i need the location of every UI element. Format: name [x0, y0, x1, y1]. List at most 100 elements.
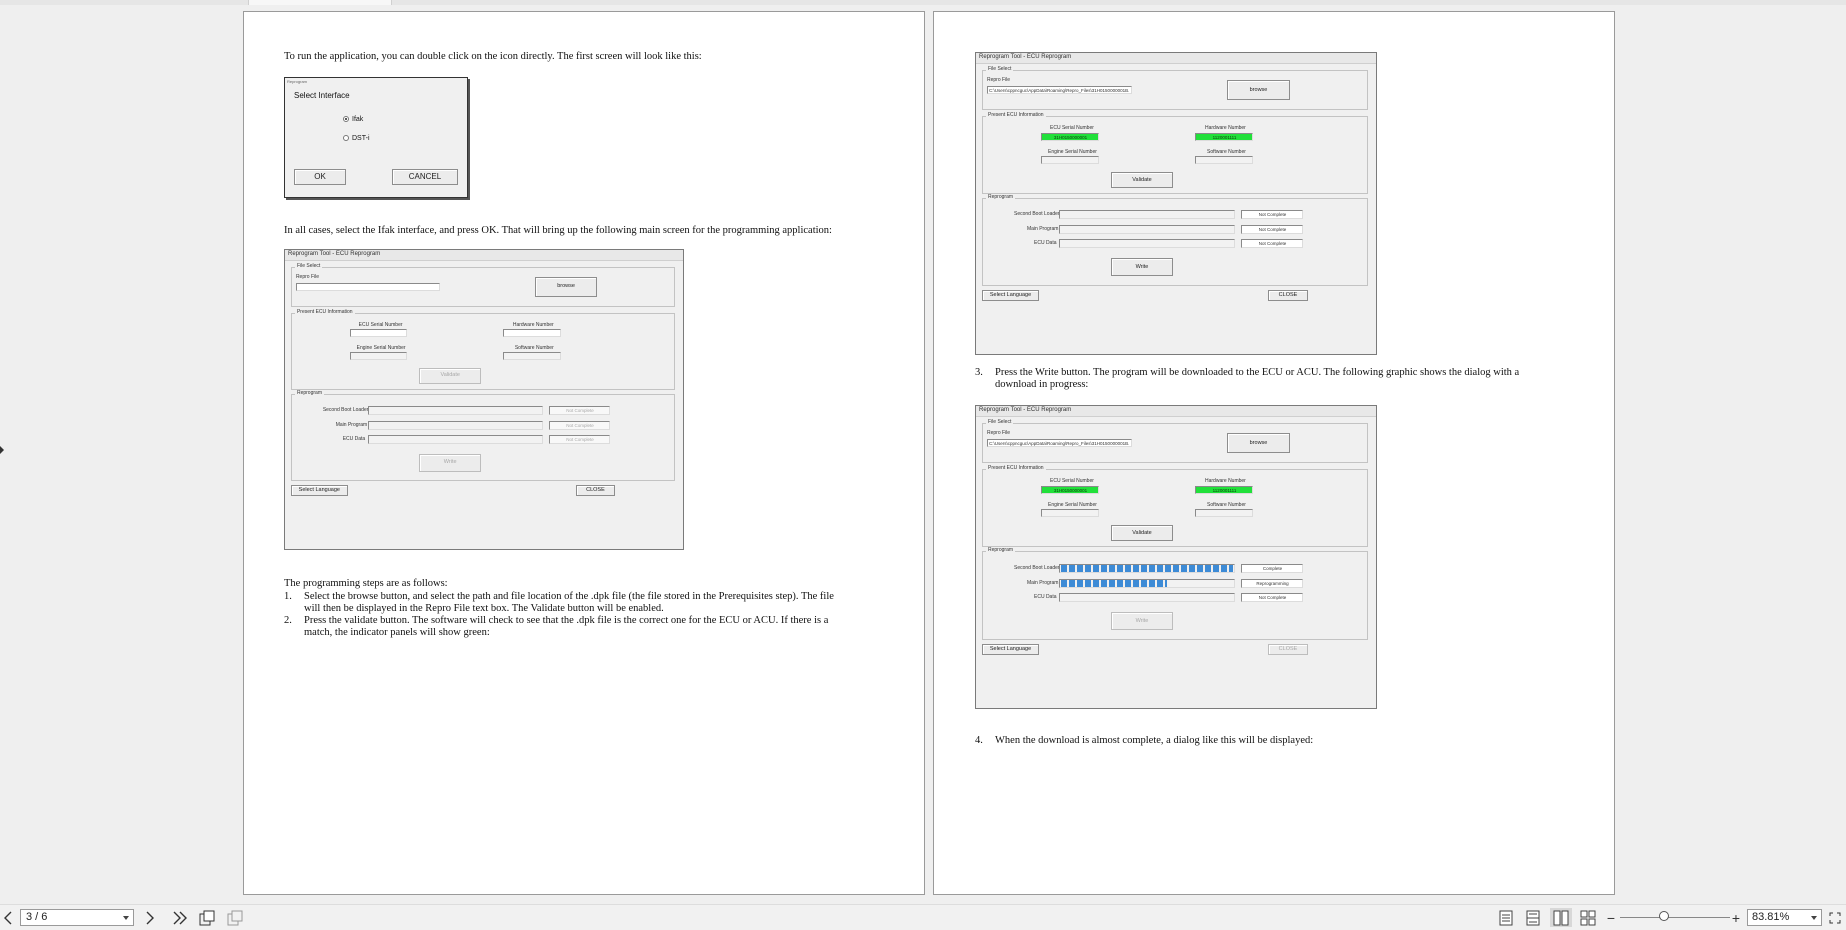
select-language-button[interactable]: Select Language [982, 643, 1039, 655]
write-button[interactable]: Write [1111, 258, 1173, 276]
hardware-number-field [502, 329, 561, 338]
continuous-icon[interactable] [1523, 905, 1543, 930]
zoom-slider-thumb[interactable] [1659, 911, 1669, 921]
step2-number: 2. [284, 615, 292, 626]
close-button[interactable]: CLOSE [1268, 290, 1308, 301]
ecu-data-status: Not Complete [548, 434, 611, 444]
validate-button[interactable]: Validate [1111, 525, 1173, 542]
engine-serial-field [1041, 509, 1099, 518]
engine-serial-label: Engine Serial Number [1048, 149, 1097, 155]
two-page-continuous-icon[interactable] [1578, 905, 1598, 930]
repro-file-input[interactable] [295, 282, 441, 291]
engine-serial-label: Engine Serial Number [356, 345, 406, 352]
second-boot-loader-progress [367, 405, 543, 415]
file-select-group: File Select Repro File C:\Users\cppncguc\A… [982, 419, 1368, 464]
radio-dst-i[interactable]: DST-i [343, 135, 370, 142]
software-number-label: Software Number [1207, 502, 1246, 509]
radio-ifak[interactable]: Ifak [343, 116, 363, 123]
second-boot-loader-progress [1059, 210, 1235, 219]
main-program-progress [1059, 225, 1235, 234]
zoom-out-button[interactable]: − [1604, 905, 1618, 930]
page-selector[interactable]: 3 / 6 [20, 909, 134, 926]
zoom-value: 83.81% [1752, 911, 1790, 923]
radio-unselected-icon [343, 135, 349, 142]
radio-selected-icon [343, 116, 349, 123]
dialog-title: Reprogram Tool - ECU Reprogram [979, 54, 1072, 60]
next-page-icon[interactable] [142, 905, 158, 930]
reprogram-dialog-in-progress: Reprogram Tool - ECU Reprogram File Selec… [975, 405, 1377, 709]
zoom-selector[interactable]: 83.81% [1747, 909, 1822, 926]
file-select-label: File Select [986, 66, 1014, 72]
collapse-panel-arrow-icon[interactable] [0, 446, 4, 454]
after-select-text: In all cases, select the Ifak interface,… [284, 225, 832, 236]
dialog-title: Reprogram Tool - ECU Reprogram [979, 407, 1072, 413]
main-program-label: Main Program [1027, 226, 1059, 232]
intro-text: To run the application, you can double c… [284, 51, 702, 62]
reprogram-dialog-empty: Reprogram Tool - ECU Reprogram File Selec… [284, 249, 684, 550]
radio-label: DST-i [352, 135, 370, 142]
chevron-down-icon [1811, 916, 1817, 920]
main-program-status: Not Complete [548, 420, 611, 430]
ecu-data-progress [1059, 239, 1235, 248]
step2-line1: Press the validate button. The software … [304, 615, 829, 626]
select-language-button[interactable]: Select Language [290, 485, 348, 497]
prev-page-icon[interactable] [1, 905, 15, 930]
hardware-number-field: 1120001111 [1195, 133, 1253, 141]
repro-file-input[interactable]: C:\Users\cppncguc\AppData\Roaming\Repro_… [987, 86, 1132, 94]
active-tab-highlight[interactable] [248, 0, 392, 5]
second-boot-loader-label: Second Boot Loader [1014, 211, 1060, 217]
second-boot-loader-progress [1059, 563, 1235, 573]
step1-line2: will then be displayed in the Repro File… [304, 603, 664, 614]
tab-strip [0, 0, 1846, 5]
page-indicator: 3 / 6 [26, 911, 48, 923]
fullscreen-icon[interactable] [1826, 905, 1844, 930]
rotate-icon[interactable] [197, 905, 217, 930]
second-boot-loader-status: Not Complete [548, 405, 611, 415]
browse-button[interactable]: browse [1227, 80, 1290, 100]
close-button[interactable]: CLOSE [575, 485, 616, 497]
cancel-button[interactable]: CANCEL [392, 169, 458, 185]
close-button[interactable]: CLOSE [1268, 643, 1308, 655]
steps-heading: The programming steps are as follows: [284, 578, 448, 589]
zoom-slider-track[interactable] [1620, 917, 1730, 918]
step4-text: When the download is almost complete, a … [995, 735, 1314, 746]
main-program-label: Main Program [335, 421, 368, 428]
step3-line2: download in progress: [995, 379, 1089, 390]
second-boot-loader-status: Complete [1241, 563, 1303, 573]
two-page-icon[interactable] [1550, 908, 1572, 927]
write-button[interactable]: Write [1111, 611, 1173, 630]
software-number-field [502, 352, 561, 361]
repro-file-input[interactable]: C:\Users\cppncguc\AppData\Roaming\Repro_… [987, 439, 1132, 448]
engine-serial-label: Engine Serial Number [1048, 502, 1097, 509]
ecu-data-label: ECU Data [1034, 593, 1057, 600]
browse-button[interactable]: browse [1227, 433, 1290, 454]
browse-button[interactable]: browse [534, 276, 598, 297]
ok-button[interactable]: OK [294, 169, 346, 185]
ecu-data-progress [1059, 592, 1235, 602]
ecu-serial-label: ECU Serial Number [1050, 478, 1094, 485]
main-program-progress [1059, 578, 1235, 588]
select-language-button[interactable]: Select Language [982, 290, 1039, 301]
hardware-number-label: Hardware Number [512, 321, 554, 328]
software-number-field [1195, 156, 1253, 164]
hardware-number-label: Hardware Number [1205, 478, 1246, 485]
zoom-in-button[interactable]: + [1729, 905, 1743, 930]
validate-button[interactable]: Validate [1111, 172, 1173, 188]
step2-line2: match, the indicator panels will show gr… [304, 627, 490, 638]
main-program-progress [367, 420, 543, 430]
select-interface-dialog: Reprogram Select Interface Ifak DST-i OK… [284, 77, 468, 198]
ecu-serial-field: 31H0150000001 [1041, 486, 1099, 495]
ecu-info-group: Present ECU Information ECU Serial Number… [982, 112, 1368, 194]
ecu-serial-label: ECU Serial Number [1050, 125, 1094, 131]
single-page-icon[interactable] [1496, 905, 1516, 930]
ecu-serial-field: 31H0150000001 [1041, 133, 1099, 141]
write-button[interactable]: Write [419, 453, 482, 472]
validate-button[interactable]: Validate [419, 368, 482, 385]
ecu-data-label: ECU Data [1034, 240, 1057, 246]
copy-icon[interactable] [225, 905, 245, 930]
reprogram-group: Reprogram Second Boot Loader Not Complete M… [290, 390, 676, 482]
dialog-heading: Select Interface [294, 91, 350, 100]
second-boot-loader-label: Second Boot Loader [322, 406, 369, 413]
second-boot-loader-status: Not Complete [1241, 210, 1303, 219]
last-page-icon[interactable] [170, 905, 190, 930]
